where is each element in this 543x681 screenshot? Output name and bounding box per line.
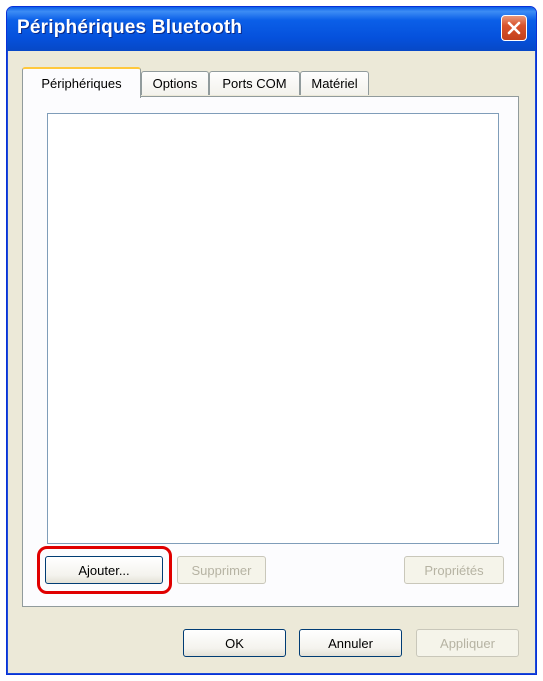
add-button[interactable]: Ajouter... <box>45 556 163 584</box>
tab-label: Options <box>152 76 198 91</box>
tab-peripheriques[interactable]: Périphériques <box>22 67 141 98</box>
apply-button[interactable]: Appliquer <box>416 629 519 657</box>
tab-label: Matériel <box>311 76 358 91</box>
close-icon <box>507 21 521 35</box>
window-title: Périphériques Bluetooth <box>17 17 243 38</box>
title-bar[interactable]: Périphériques Bluetooth <box>7 7 536 51</box>
tab-materiel[interactable]: Matériel <box>300 71 369 95</box>
tab-label: Ports COM <box>222 76 287 91</box>
tab-options[interactable]: Options <box>141 71 209 95</box>
close-button[interactable] <box>501 15 527 41</box>
tab-panel-peripheriques: Ajouter... Supprimer Propriétés <box>22 96 519 607</box>
bluetooth-devices-dialog: Périphériques Bluetooth Périphériques Op… <box>6 6 537 675</box>
cancel-button[interactable]: Annuler <box>299 629 402 657</box>
tab-ports-com[interactable]: Ports COM <box>209 71 300 95</box>
remove-button[interactable]: Supprimer <box>177 556 266 584</box>
device-list[interactable] <box>47 113 499 544</box>
ok-button[interactable]: OK <box>183 629 286 657</box>
tab-label: Périphériques <box>41 76 122 91</box>
properties-button[interactable]: Propriétés <box>404 556 504 584</box>
